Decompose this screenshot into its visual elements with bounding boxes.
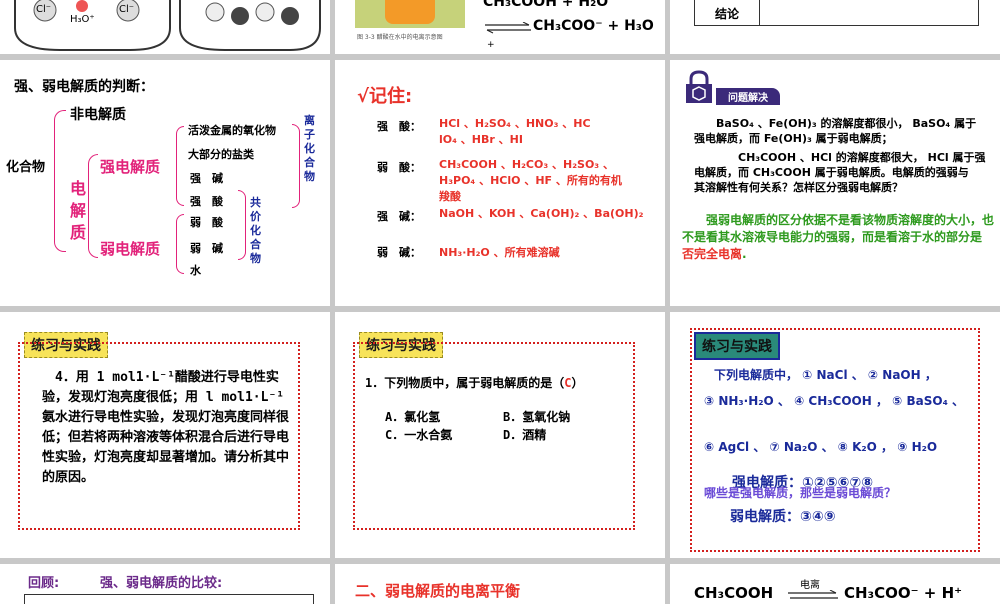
row-label: 弱 酸：: [377, 161, 421, 174]
slide-problem-solving[interactable]: 问题解决 BaSO₄ 、Fe(OH)₃ 的溶解度都很小， BaSO₄ 属于强电解…: [670, 60, 1000, 306]
strong-acid-list: HCl 、H₂SO₄ 、HNO₃ 、HC lO₄ 、HBr 、HI: [439, 117, 591, 146]
conclusion-label: 结论: [715, 7, 740, 21]
weak-acid-list: CH₃COOH 、H₂CO₃ 、H₂SO₃ 、H₃PO₄ 、HClO 、HF 、…: [439, 158, 622, 203]
electrolyte-label: 电解质: [70, 179, 87, 242]
figure-caption: 图 3-3 醋酸在水中的电离示意图: [357, 34, 443, 41]
option-d[interactable]: D．酒精: [503, 426, 546, 443]
equation-left: CH₃COOH: [694, 584, 774, 602]
practice-tag: 练习与实践: [694, 332, 780, 360]
class-item: 弱 酸: [190, 216, 223, 229]
ionization-figure: [355, 0, 465, 28]
compound-brace: [54, 110, 66, 252]
slide-remember-acids-bases[interactable]: √记住: 强 酸： HCl 、H₂SO₄ 、HNO₃ 、HC lO₄ 、HBr …: [335, 60, 665, 306]
option-c[interactable]: C．一水合氨: [385, 426, 452, 443]
weak-base-list: NH₃·H₂O 、所有难溶碱: [439, 246, 560, 259]
answer-text: 强弱电解质的区分依据不是看该物质溶解度的大小，也不是看其水溶液导电能力的强弱，而…: [682, 213, 995, 261]
slide-experiment-table[interactable]: 结论: [670, 0, 1000, 54]
problem-paragraph-1: BaSO₄ 、Fe(OH)₃ 的溶解度都很小， BaSO₄ 属于强电解质，而 F…: [694, 117, 977, 145]
weak-electrolyte-label: 弱电解质: [100, 240, 161, 258]
answer-highlight: 否完全电离: [682, 247, 743, 261]
equilibrium-arrow-icon: [485, 22, 531, 34]
ionization-label: 电离: [800, 580, 820, 591]
slide-review[interactable]: 回顾: 强、弱电解质的比较:: [0, 564, 330, 604]
weak-brace: [176, 214, 184, 274]
compound-label: 化合物: [6, 160, 46, 175]
ionic-brace: [292, 124, 300, 208]
slide-title: √记住:: [357, 86, 413, 107]
problem-paragraph-2: CH₃COOH 、HCl 的溶解度都很大， HCl 属于强电解质，而 CH₃CO…: [694, 151, 986, 194]
slide-title: 强、弱电解质的判断：: [14, 79, 154, 95]
strong-base-list: NaOH 、KOH 、Ca(OH)₂ 、Ba(OH)₂: [439, 207, 644, 220]
practice-question: 4．用 1 mol1·L⁻¹醋酸进行导电性实验，发现灯泡亮度很低；用 l mol…: [42, 370, 290, 485]
covalent-brace: [238, 190, 246, 260]
lock-icon: [686, 70, 712, 103]
equation-reactants: CH₃COOH + H₂O: [483, 0, 609, 10]
problem-badge: 问题解决: [716, 88, 780, 105]
review-label: 回顾:: [28, 576, 60, 591]
slide-practice-1[interactable]: 练习与实践 1．下列物质中，属于弱电解质的是（C） A．氯化氢 B．氢氧化钠 C…: [335, 312, 665, 558]
equation-right: CH₃COO⁻ + H⁺: [844, 584, 963, 602]
nonelectrolyte-label: 非电解质: [70, 107, 126, 123]
compare-title: 强、弱电解质的比较:: [100, 576, 223, 591]
equation-plus: +: [487, 40, 495, 50]
row-label: 强 碱：: [377, 210, 421, 223]
slide-practice-4[interactable]: 练习与实践 4．用 1 mol1·L⁻¹醋酸进行导电性实验，发现灯泡亮度很低；用…: [0, 312, 330, 558]
strong-brace: [176, 126, 184, 206]
covalent-compound-label: 共价化合物: [250, 196, 261, 265]
electrolyte-list-line2: ③ NH₃·H₂O 、 ④ CH₃COOH ， ⑤ BaSO₄ 、: [704, 394, 965, 408]
ionic-compound-label: 离子化合物: [304, 114, 315, 183]
row-label: 强 酸：: [377, 120, 421, 133]
conclusion-row: 结论: [694, 0, 979, 26]
class-item: 弱 碱: [190, 242, 223, 255]
question-text: 1．下列物质中，属于弱电解质的是（C）: [365, 376, 584, 390]
section-title: 二、弱电解质的电离平衡: [355, 582, 521, 600]
option-b[interactable]: B．氢氧化钠: [503, 408, 570, 425]
electrolyte-brace: [88, 154, 98, 258]
question-line: 哪些是强电解质，那些是弱电解质？: [704, 486, 897, 500]
hydronium-label: H₃O⁺: [70, 14, 95, 25]
option-a[interactable]: A．氯化氢: [385, 408, 440, 425]
slide-electrolyte-classification[interactable]: 强、弱电解质的判断： 化合物 非电解质 电解质 强电解质 弱电解质 活泼金属的氧…: [0, 60, 330, 306]
weak-electrolyte-answer: 弱电解质：③④⑨: [730, 509, 836, 525]
class-item: 活泼金属的氧化物: [188, 124, 276, 137]
chloride-ion-label-right: Cl⁻: [119, 4, 135, 15]
electrolyte-list-line3: ⑥ AgCl 、 ⑦ Na₂O 、 ⑧ K₂O ， ⑨ H₂O: [704, 440, 938, 454]
class-item: 强 酸: [190, 195, 223, 208]
electrolyte-list-line1: 下列电解质中， ① NaCl 、 ② NaOH ，: [714, 368, 937, 382]
class-item: 水: [190, 264, 201, 277]
class-item: 强 碱: [190, 172, 223, 185]
equilibrium-arrow-icon: [788, 590, 838, 599]
equation-products: CH₃COO⁻ + H₃O: [533, 18, 654, 34]
row-label: 弱 碱：: [377, 246, 421, 259]
slide-acetic-acid-ionization[interactable]: 图 3-3 醋酸在水中的电离示意图 CH₃COOH + H₂O CH₃COO⁻ …: [335, 0, 665, 54]
strong-electrolyte-label: 强电解质: [100, 158, 161, 176]
comparison-table: [24, 594, 314, 604]
slide-practice-electrolytes[interactable]: 练习与实践 下列电解质中， ① NaCl 、 ② NaOH ， ③ NH₃·H₂…: [670, 312, 1000, 558]
slide-ions-diagram[interactable]: Cl⁻ H₃O⁺ Cl⁻: [0, 0, 330, 54]
chloride-ion-label-left: Cl⁻: [36, 4, 52, 15]
slide-ionization-equilibrium[interactable]: 二、弱电解质的电离平衡: [335, 564, 665, 604]
class-item: 大部分的盐类: [188, 148, 254, 161]
slide-acetic-equation[interactable]: CH₃COOH 电离 CH₃COO⁻ + H⁺: [670, 564, 1000, 604]
